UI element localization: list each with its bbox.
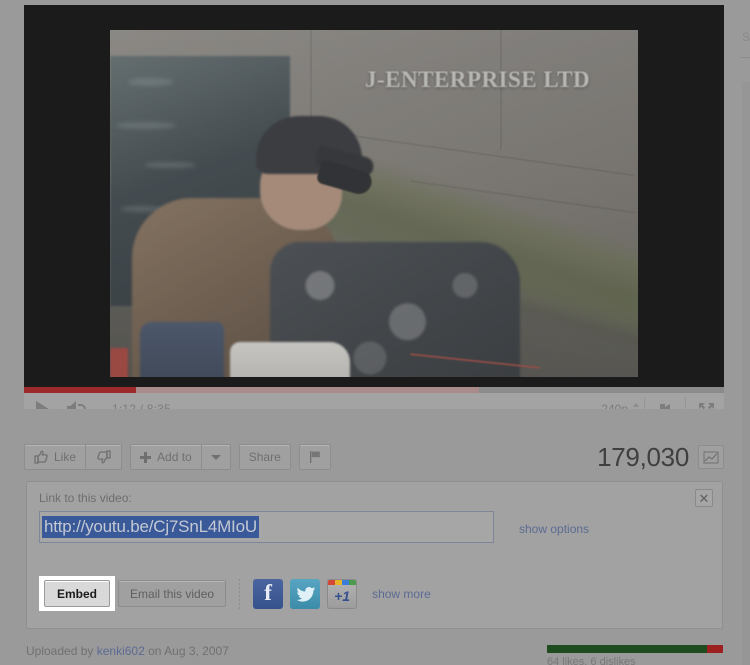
statistics-icon (703, 451, 719, 463)
facebook-share-button[interactable]: f (253, 578, 284, 609)
play-icon (36, 401, 49, 409)
like-ratio-negative (707, 645, 723, 653)
video-player[interactable]: J-ENTERPRISE LTD 1:12 / 8:35 240p (24, 5, 724, 409)
chevron-up-icon (633, 403, 639, 407)
water-highlight (128, 78, 174, 86)
twitter-icon (296, 586, 316, 602)
close-button[interactable]: ✕ (695, 489, 713, 507)
player-controls-right: 240p (601, 393, 724, 409)
like-button[interactable]: Like (24, 444, 86, 470)
rating-buttons: Like (24, 444, 123, 470)
email-label: Email this video (130, 586, 215, 601)
fullscreen-button[interactable] (688, 393, 724, 409)
share-panel: Link to this video: ✕ http://youtu.be/Cj… (26, 481, 723, 629)
volume-button[interactable] (58, 393, 99, 409)
volume-icon (67, 401, 99, 409)
video-stage[interactable]: J-ENTERPRISE LTD (24, 5, 724, 387)
video-action-bar: Like Add to Share 179,030 (24, 440, 724, 474)
flag-icon (309, 451, 320, 463)
upload-info: Uploaded by kenki602 on Aug 3, 2007 (26, 644, 229, 658)
plus-one-label: +1 (334, 588, 351, 604)
add-to-dropdown-button[interactable] (200, 444, 231, 470)
white-object (230, 342, 350, 377)
upload-date: Aug 3, 2007 (164, 644, 229, 658)
add-to-button[interactable]: Add to (130, 444, 201, 470)
like-label: Like (54, 450, 77, 464)
fullscreen-icon (698, 402, 714, 409)
divider (685, 397, 686, 409)
uploaded-by-prefix: Uploaded by (26, 644, 94, 658)
add-to-label: Add to (157, 450, 192, 464)
popout-button[interactable] (647, 393, 683, 409)
share-panel-actions: Embed Email this video f +1 show more (39, 576, 431, 611)
show-options-link[interactable]: show options (519, 522, 589, 536)
water-highlight (144, 162, 196, 168)
share-url-value: http://youtu.be/Cj7SnL4MIoU (42, 516, 259, 538)
sidebar-edge-divider (740, 57, 750, 58)
sidebar-edge-text: S (742, 30, 750, 44)
video-watermark: J-ENTERPRISE LTD (365, 67, 591, 92)
facebook-icon: f (264, 580, 272, 605)
youtube-watch-page: J-ENTERPRISE LTD 1:12 / 8:35 240p Like A… (0, 0, 750, 665)
embed-label: Embed (57, 586, 98, 601)
player-controls[interactable]: 1:12 / 8:35 240p (24, 393, 724, 409)
quality-label: 240p (601, 402, 628, 409)
video-frame[interactable]: J-ENTERPRISE LTD (110, 30, 638, 377)
statistics-button[interactable] (698, 445, 724, 469)
share-button[interactable]: Share (238, 444, 291, 470)
time-display: 1:12 / 8:35 (112, 402, 171, 409)
popout-icon (659, 403, 670, 409)
water-highlight (116, 122, 176, 129)
twitter-share-button[interactable] (290, 578, 321, 609)
like-counts-label: 64 likes, 6 dislikes (547, 656, 636, 665)
sidebar-edge-panel (742, 82, 750, 665)
play-button[interactable] (24, 393, 58, 409)
like-ratio-positive (547, 645, 708, 653)
share-label: Share (248, 450, 281, 464)
view-count: 179,030 (597, 442, 689, 472)
like-ratio-bar[interactable] (547, 645, 723, 653)
uploaded-on-label: on (148, 644, 162, 658)
email-this-video-button[interactable]: Email this video (118, 580, 227, 607)
share-url-input[interactable]: http://youtu.be/Cj7SnL4MIoU (39, 511, 494, 543)
embed-button-focus-ring: Embed (39, 576, 116, 611)
volume-caret-icon (93, 408, 99, 409)
add-to-buttons: Add to (130, 444, 231, 470)
plus-icon (140, 451, 152, 463)
like-ratio-section: 64 likes, 6 dislikes (547, 645, 723, 665)
divider (239, 578, 241, 609)
thumbs-down-icon (96, 450, 111, 464)
dislike-button[interactable] (85, 444, 123, 470)
chevron-down-icon (210, 454, 221, 460)
google-plus-one-button[interactable]: +1 (327, 578, 358, 609)
thumbs-up-icon (34, 450, 49, 464)
flag-button[interactable] (298, 444, 331, 470)
show-more-link[interactable]: show more (372, 587, 431, 601)
embed-button[interactable]: Embed (44, 580, 111, 607)
quality-selector[interactable]: 240p (601, 402, 642, 409)
red-object (110, 348, 128, 377)
person-legs (140, 322, 224, 377)
close-icon: ✕ (698, 490, 710, 506)
uploader-link[interactable]: kenki602 (97, 644, 145, 658)
share-panel-label: Link to this video: (39, 491, 132, 505)
divider (644, 397, 645, 409)
